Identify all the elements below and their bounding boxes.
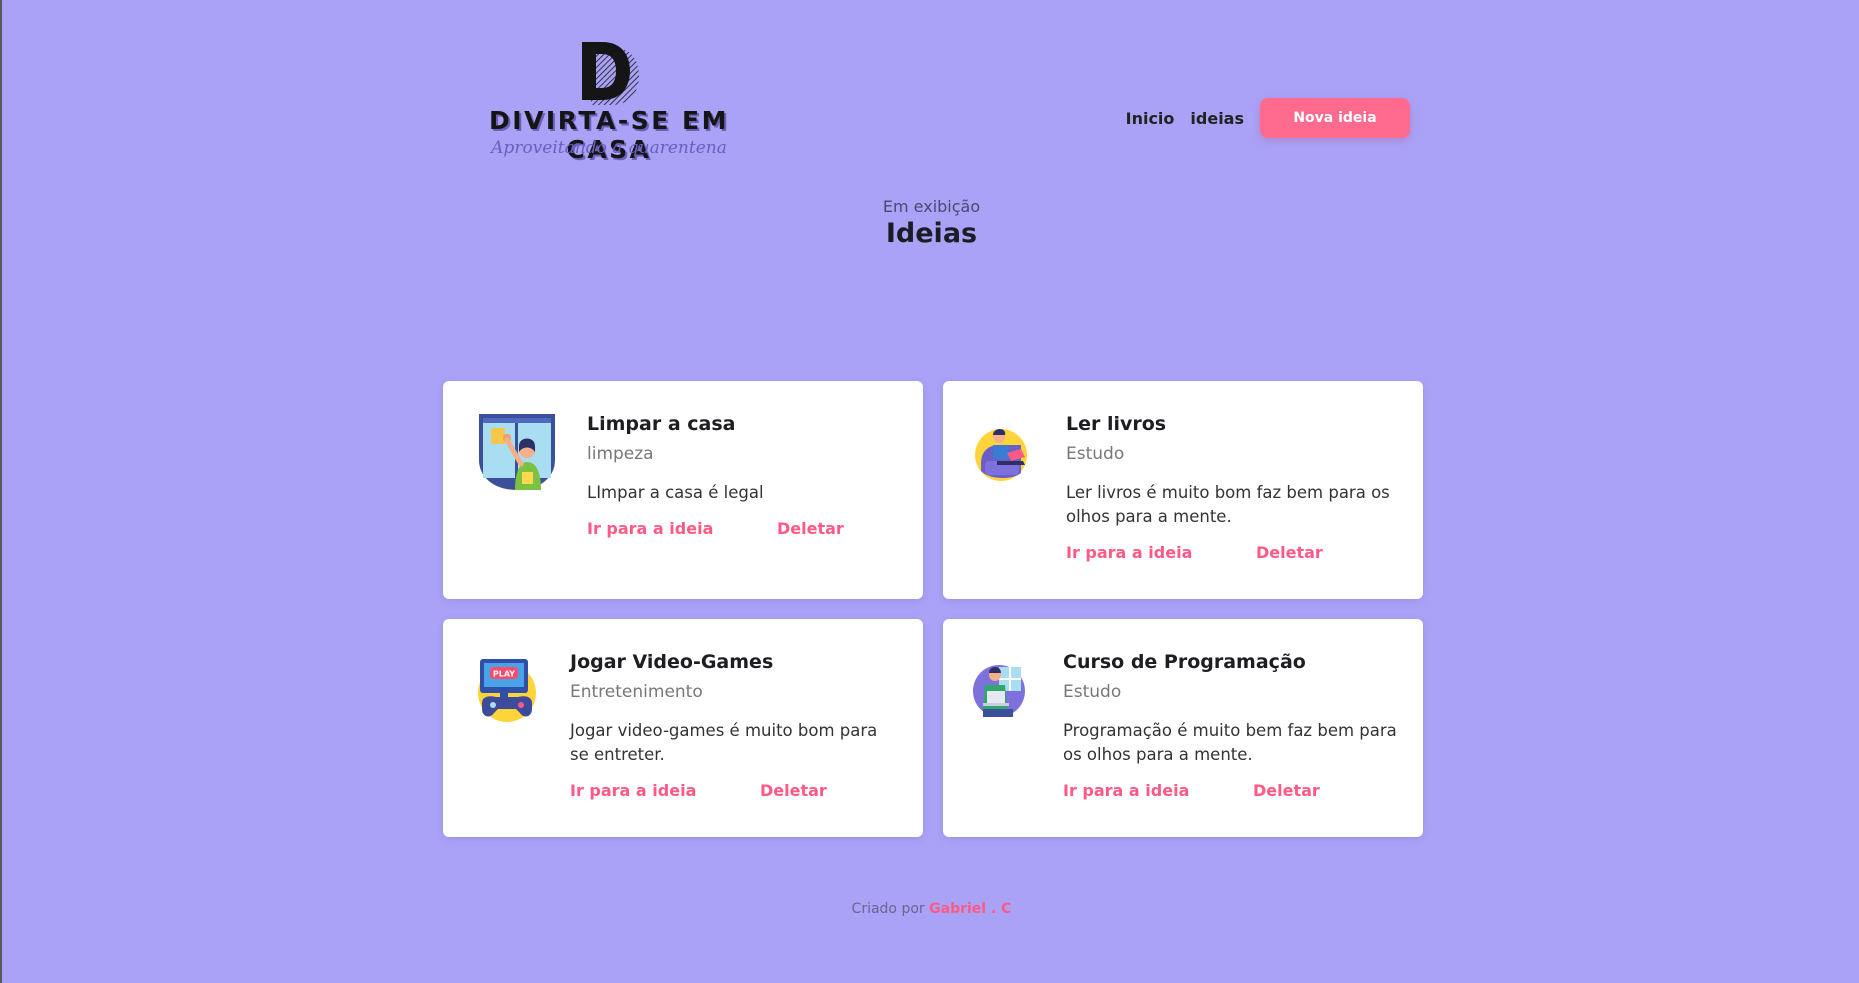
card-body: Limpar a casa limpeza LImpar a casa é le…	[587, 413, 899, 538]
card-title: Curso de Programação	[1063, 651, 1306, 673]
idea-card: PLAY Jogar Video-Games Entretenimento Jo…	[443, 619, 923, 837]
card-category: Estudo	[1066, 444, 1125, 464]
delete-link[interactable]: Deletar	[1253, 781, 1320, 800]
go-to-idea-link[interactable]: Ir para a ideia	[1063, 781, 1253, 800]
programmer-laptop-icon	[973, 665, 1025, 717]
page-title: Ideias	[885, 218, 978, 249]
card-category: limpeza	[587, 444, 654, 464]
card-body: Ler livros Estudo Ler livros é muito bom…	[1066, 413, 1399, 562]
card-body: Jogar Video-Games Entretenimento Jogar v…	[570, 651, 899, 800]
page: DIVIRTA-SE EM CASA Aproveitando a quaren…	[2, 0, 1859, 983]
card-title: Jogar Video-Games	[570, 651, 774, 673]
play-label: PLAY	[493, 670, 515, 679]
card-title: Ler livros	[1066, 413, 1167, 435]
idea-card: Curso de Programação Estudo Programação …	[943, 619, 1423, 837]
new-idea-button[interactable]: Nova ideia	[1260, 98, 1410, 138]
section-subtitle: Em exibição	[882, 197, 981, 216]
go-to-idea-link[interactable]: Ir para a ideia	[570, 781, 760, 800]
card-title: Limpar a casa	[587, 413, 736, 435]
go-to-idea-link[interactable]: Ir para a ideia	[587, 519, 777, 538]
nav-link-ideias[interactable]: ideias	[1190, 109, 1244, 128]
reading-person-icon	[975, 429, 1027, 481]
card-category: Estudo	[1063, 682, 1122, 702]
card-description: Programação é muito bem faz bem para os …	[1063, 721, 1397, 764]
card-category: Entretenimento	[570, 682, 703, 702]
main-nav: Inicio ideias Nova ideia	[1126, 98, 1410, 138]
idea-card: Ler livros Estudo Ler livros é muito bom…	[943, 381, 1423, 599]
play-controller-icon: PLAY	[478, 659, 536, 722]
cleaning-window-icon	[479, 414, 555, 490]
card-description: Jogar video-games é muito bom para se en…	[570, 721, 878, 764]
logo[interactable]: DIVIRTA-SE EM CASA Aproveitando a quaren…	[454, 38, 764, 164]
card-description: Ler livros é muito bom faz bem para os o…	[1066, 483, 1390, 526]
card-actions: Ir para a ideia Deletar	[1063, 781, 1399, 800]
card-description: LImpar a casa é legal	[587, 483, 764, 502]
card-actions: Ir para a ideia Deletar	[570, 781, 899, 800]
logo-d-icon	[582, 42, 639, 105]
nav-link-inicio[interactable]: Inicio	[1126, 109, 1175, 128]
logo-subtitle: Aproveitando a quarentena	[491, 138, 727, 158]
card-actions: Ir para a ideia Deletar	[1066, 543, 1399, 562]
delete-link[interactable]: Deletar	[1256, 543, 1323, 562]
idea-card: Limpar a casa limpeza LImpar a casa é le…	[443, 381, 923, 599]
footer-prefix: Criado por	[851, 901, 925, 917]
card-body: Curso de Programação Estudo Programação …	[1063, 651, 1399, 800]
footer-author-link[interactable]: Gabriel . C	[929, 901, 1011, 917]
card-actions: Ir para a ideia Deletar	[587, 519, 899, 538]
go-to-idea-link[interactable]: Ir para a ideia	[1066, 543, 1256, 562]
delete-link[interactable]: Deletar	[760, 781, 827, 800]
delete-link[interactable]: Deletar	[777, 519, 844, 538]
ideas-grid: Limpar a casa limpeza LImpar a casa é le…	[443, 381, 1423, 837]
footer: Criado por Gabriel . C	[2, 901, 1859, 917]
